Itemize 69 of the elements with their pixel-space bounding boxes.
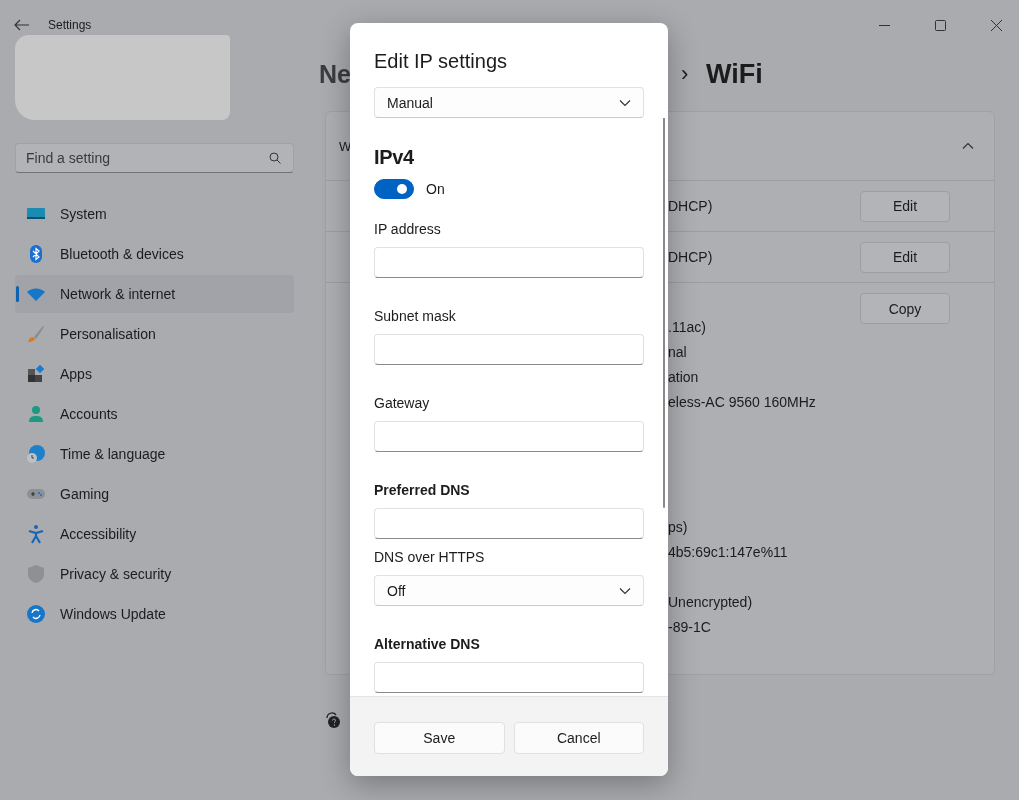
setting-value: DHCP) [668,198,713,214]
shield-icon [28,565,44,583]
breadcrumb-separator: › [680,61,690,87]
bluetooth-icon [30,245,42,263]
input-field[interactable] [374,662,644,693]
back-arrow-icon[interactable] [14,19,30,31]
mode-dropdown[interactable]: Manual [374,87,644,118]
input-field[interactable] [374,247,644,278]
wifi-icon [27,288,45,301]
page-title: WiFi [705,58,763,90]
input-field[interactable] [374,334,644,365]
chevron-down-icon [619,586,631,595]
refresh-icon [27,605,45,623]
toggle-label: On [426,181,445,197]
cancel-button[interactable]: Cancel [513,722,644,754]
property-value: ps) [668,518,689,537]
gamepad-icon [27,489,45,499]
accessibility-icon [27,525,45,544]
maximize-icon[interactable] [935,19,946,31]
edit-button[interactable]: Edit [860,241,950,273]
property-value: eless-AC 9560 160MHz [668,393,816,412]
save-button[interactable]: Save [374,722,505,754]
sidebar-item[interactable]: Privacy & security [15,555,294,593]
field-label: Alternative DNS [374,636,481,654]
dropdown[interactable]: Off [374,575,644,606]
sidebar-item[interactable]: Gaming [15,475,294,513]
property-value: Unencrypted) [668,593,754,612]
search-field[interactable]: Find a setting [15,143,294,173]
globe-clock-icon [27,445,45,463]
input-field[interactable] [374,421,644,452]
property-value: -89-1C [668,618,712,637]
sidebar-item[interactable]: Personalisation [15,315,294,353]
field-label: Preferred DNS [374,482,471,500]
sidebar-item[interactable]: Time & language [15,435,294,473]
monitor-icon [27,208,45,219]
property-value: .11ac) [668,318,707,337]
sidebar-item[interactable]: Accessibility [15,515,294,553]
chevron-down-icon [619,98,631,107]
property-value: nal [668,343,688,362]
section-heading: IPv4 [374,146,415,170]
window-title: Settings [48,18,92,32]
dialog-title: Edit IP settings [373,49,509,74]
sidebar-item[interactable]: Network & internet [15,275,294,313]
help-icon[interactable] [324,711,342,729]
field-label: Subnet mask [374,308,457,326]
sidebar-item[interactable]: Apps [15,355,294,393]
apps-icon [28,364,45,382]
edit-button[interactable]: Edit [860,190,950,222]
field-label: IP address [374,221,442,239]
person-icon [29,406,43,422]
selection-indicator [16,286,19,302]
setting-value: DHCP) [668,249,713,265]
scrollbar[interactable] [663,118,665,508]
toggle-switch[interactable] [374,179,414,199]
chevron-up-icon[interactable] [962,142,974,150]
sidebar-item[interactable]: Accounts [15,395,294,433]
input-field[interactable] [374,508,644,539]
page-title: Ne [319,59,351,89]
search-icon [269,152,281,164]
close-icon[interactable] [991,19,1002,31]
paintbrush-icon [28,326,44,342]
field-label: DNS over HTTPS [374,549,486,567]
field-label: Gateway [374,395,431,413]
sidebar-item[interactable]: Bluetooth & devices [15,235,294,273]
property-value: 4b5:69c1:147e%11 [668,543,789,562]
sidebar-item[interactable]: Windows Update [15,595,294,633]
property-value: ation [668,368,700,387]
sidebar-item[interactable]: System [15,195,294,233]
copy-button[interactable]: Copy [860,293,950,324]
